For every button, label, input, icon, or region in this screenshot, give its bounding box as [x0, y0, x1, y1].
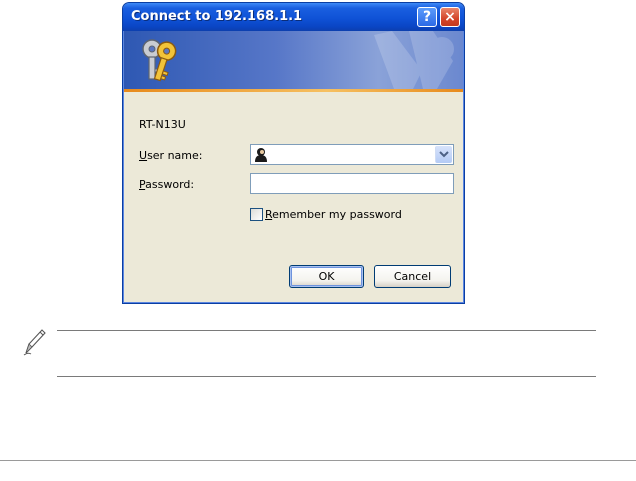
device-name: RT-N13U — [139, 118, 186, 131]
username-label: User name: — [139, 149, 202, 162]
note-top-rule — [57, 330, 596, 331]
chevron-down-icon — [439, 151, 449, 158]
remember-label-text: emember my password — [272, 208, 402, 221]
page-footer-rule — [0, 460, 636, 461]
dialog-titlebar[interactable]: Connect to 192.168.1.1 ? × — [123, 3, 464, 31]
user-account-icon — [255, 148, 267, 162]
remember-password-checkbox[interactable] — [250, 208, 263, 221]
pencil-note-icon — [23, 329, 46, 356]
login-dialog: Connect to 192.168.1.1 ? × RT-N13U User … — [122, 2, 465, 304]
dialog-banner — [124, 31, 463, 89]
password-field[interactable] — [250, 173, 454, 194]
ok-button[interactable]: OK — [289, 265, 364, 288]
note-bottom-rule — [57, 376, 596, 377]
username-label-accel: U — [139, 149, 148, 162]
remember-password-label[interactable]: Remember my password — [265, 208, 402, 221]
cancel-button[interactable]: Cancel — [374, 265, 451, 288]
username-dropdown-button[interactable] — [435, 146, 452, 163]
dialog-title: Connect to 192.168.1.1 — [131, 9, 303, 24]
password-label: Password: — [139, 178, 194, 191]
dialog-content: RT-N13U User name: Password: Remember my… — [124, 92, 463, 302]
username-combo[interactable] — [250, 144, 454, 165]
help-button[interactable]: ? — [417, 7, 437, 27]
keys-icon — [142, 39, 177, 82]
username-label-text: ser name: — [147, 149, 203, 162]
password-label-text: assword: — [145, 178, 195, 191]
close-button[interactable]: × — [440, 7, 460, 27]
